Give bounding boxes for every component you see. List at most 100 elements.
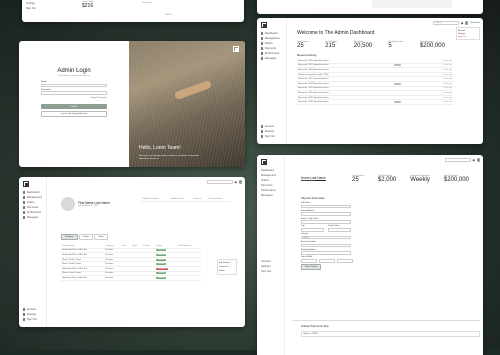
search-input[interactable] — [206, 180, 233, 184]
activity-row[interactable]: New order #1242 placed by maker 1 hour a… — [297, 99, 453, 105]
side-settings[interactable]: Settings — [26, 2, 36, 5]
loom-logo-icon — [233, 46, 239, 52]
search-input[interactable]: Search — [433, 21, 460, 25]
status-pill — [393, 82, 401, 85]
side-signout[interactable]: Sign Out — [26, 7, 36, 10]
nav-settings[interactable]: Settings — [23, 313, 37, 316]
routing-number-field[interactable] — [301, 251, 351, 255]
password-field[interactable] — [41, 91, 107, 95]
bell-icon[interactable]: ◉ — [472, 158, 475, 162]
product-action-menu: Edit Product Deactivate Delete — [217, 259, 237, 275]
account-number-field[interactable] — [301, 243, 351, 248]
nav-messages[interactable]: Messages — [261, 194, 280, 197]
save-details-button[interactable]: Save Details — [301, 264, 322, 271]
bell-icon[interactable]: ◉ — [234, 180, 237, 184]
top-right-card-partial — [257, 0, 483, 14]
nav-management[interactable]: Management — [23, 196, 42, 199]
street-field[interactable] — [301, 212, 351, 216]
nav-dashboard[interactable]: Dashboard — [261, 169, 280, 172]
nav-signout[interactable]: Sign Out — [261, 270, 271, 273]
avatar[interactable] — [476, 158, 480, 162]
forgot-password-link[interactable]: Forgot Password? — [41, 97, 107, 99]
city-field[interactable] — [301, 227, 324, 232]
nav-orders[interactable]: Orders — [261, 42, 282, 45]
postal-field[interactable] — [328, 227, 351, 232]
nav-orders[interactable]: Orders — [261, 179, 280, 182]
full-name-field[interactable] — [301, 204, 351, 209]
chart-icon — [23, 211, 26, 214]
menu-delete[interactable]: Delete — [219, 269, 235, 273]
dob-month[interactable] — [301, 259, 317, 263]
recent-activity-title: Recent Activity — [297, 53, 317, 57]
nav-orders[interactable]: Orders — [23, 201, 42, 204]
nav-dashboard[interactable]: Dashboard — [261, 32, 282, 35]
nav-signout[interactable]: Sign Out — [261, 135, 275, 138]
dropdown-signout[interactable]: Sign Out — [458, 35, 478, 38]
admin-dashboard-card: Dashboard Management Orders Payments Per… — [257, 18, 483, 144]
nav-performance[interactable]: Performance — [23, 211, 42, 214]
mail-icon — [261, 57, 264, 60]
email-field[interactable] — [41, 83, 107, 88]
avatar[interactable] — [238, 180, 242, 184]
orders-card-partial: Settings Sign Out Gross Sales $216 Total… — [22, 0, 244, 22]
dashboard-main: Welcome to The Admin Dashboard Total Ord… — [297, 30, 453, 105]
nav-account[interactable]: Account — [261, 125, 275, 128]
nav-settings[interactable]: Settings — [261, 265, 271, 268]
status-badge: Inactive — [156, 267, 168, 270]
stats-row: Total Orders 25 Total Makers 215 Site Visi… — [297, 41, 453, 49]
label-country: Country — [301, 233, 309, 236]
street2-field[interactable] — [301, 220, 351, 224]
stat-total-orders: Total Orders 25 — [297, 41, 309, 49]
nav-messages[interactable]: Messages — [261, 57, 282, 60]
login-button[interactable]: Log In — [41, 103, 107, 109]
maker-profile-card: Dashboard Management Orders Payments Per… — [19, 177, 245, 327]
status-badge: Active — [156, 253, 167, 256]
gear-icon — [23, 313, 26, 316]
summary-head: Fulfilled Orders — [169, 197, 193, 202]
sidebar-bottom: Account Settings Sign Out — [261, 260, 271, 275]
home-icon — [23, 191, 26, 194]
nav-management[interactable]: Management — [261, 37, 282, 40]
nav-management[interactable]: Management — [261, 174, 280, 177]
nav-payments[interactable]: Payments — [261, 184, 280, 187]
dob-day[interactable] — [319, 259, 335, 263]
nav-account[interactable]: Account — [23, 308, 37, 311]
avatar[interactable] — [464, 21, 469, 25]
status-badge: Active — [156, 276, 167, 279]
nav-settings[interactable]: Settings — [261, 130, 275, 133]
login-title: Admin Login — [57, 68, 91, 74]
cart-icon — [23, 201, 26, 204]
nav-account[interactable]: Account — [261, 260, 271, 263]
logo-icon — [261, 22, 267, 28]
nav-performance[interactable]: Performance — [261, 189, 280, 192]
label-full-name: Full Name — [301, 202, 311, 204]
hero-image: Hello, Loom Team! Here you can manage or… — [129, 41, 245, 167]
nav-signout[interactable]: Sign Out — [23, 318, 37, 321]
tab-orders[interactable]: Orders — [78, 234, 94, 240]
bell-icon[interactable]: ◉ — [461, 21, 464, 25]
hero-text: Here you can manage orders, products, an… — [139, 155, 199, 161]
nav-messages[interactable]: Messages — [23, 216, 42, 219]
search-input[interactable] — [444, 158, 471, 162]
maker-payments-card: Dashboard Management Orders Payments Per… — [257, 155, 483, 355]
pstat-next: Next Payment $200,000 — [443, 175, 469, 183]
nav-payments[interactable]: Payments — [261, 47, 282, 50]
product-row[interactable]: Handmade Floor Coffee Bar Furniture Active — [61, 275, 201, 281]
dob-row — [301, 258, 476, 264]
artisan-payments: Artisan Payments Due Order no. 12345 — [292, 320, 480, 337]
nav-performance[interactable]: Performance — [261, 52, 282, 55]
tab-items[interactable]: Items — [94, 234, 108, 240]
google-login-button[interactable]: Log In with Google Account — [41, 110, 107, 117]
cart-icon — [261, 42, 264, 45]
logout-icon — [23, 318, 26, 321]
recent-activity-table: New order #1234 placed by maker 1 hour ag… — [297, 59, 453, 105]
logo-icon — [23, 181, 29, 187]
dob-year[interactable] — [337, 259, 353, 263]
nav-dashboard[interactable]: Dashboard — [23, 191, 42, 194]
summary-head: Published Products — [141, 197, 170, 202]
country-select[interactable]: Mexico — [301, 235, 351, 240]
sidebar-bottom: Account Settings Sign Out — [23, 308, 37, 323]
maker-summary-table: Published Products Fulfilled Orders Revenu… — [141, 197, 231, 202]
tab-products[interactable]: Products — [61, 234, 78, 240]
nav-payments[interactable]: Payments — [23, 206, 42, 209]
